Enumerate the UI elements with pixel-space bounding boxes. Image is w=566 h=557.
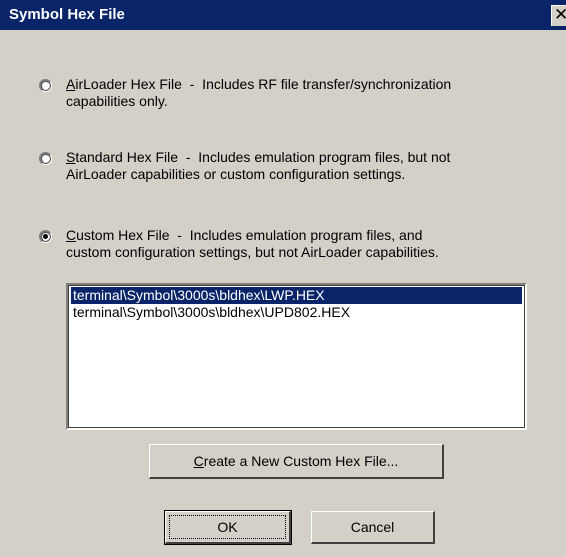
accelerator-key: A (66, 76, 76, 92)
option-description-continued: capabilities only. (66, 93, 168, 109)
create-new-custom-hex-file-button[interactable]: Create a New Custom Hex File... (149, 444, 444, 479)
close-icon: ✕ (554, 6, 566, 25)
option-description-continued: custom configuration settings, but not A… (66, 244, 439, 260)
radio-checked-dot (43, 234, 48, 239)
list-item[interactable]: terminal\Symbol\3000s\bldhex\LWP.HEX (71, 287, 522, 304)
option-title: irLoader Hex File (75, 76, 182, 92)
radio-standard-hex-file[interactable] (39, 152, 52, 165)
accelerator-key: S (66, 149, 76, 165)
window-title: Symbol Hex File (9, 6, 125, 23)
option-description: - Includes RF file transfer/synchronizat… (181, 76, 452, 92)
accelerator-key: C (193, 453, 204, 469)
radio-custom-hex-file[interactable] (39, 230, 52, 243)
radio-airloader-hex-file[interactable] (39, 79, 52, 92)
accelerator-key: C (66, 227, 77, 243)
button-label: reate a New Custom Hex File... (203, 453, 399, 469)
option-description-continued: AirLoader capabilities or custom configu… (66, 166, 406, 182)
option-custom-label[interactable]: Custom Hex File - Includes emulation pro… (66, 227, 536, 261)
option-description: - Includes emulation program files, but … (178, 149, 451, 165)
custom-hex-file-list[interactable]: terminal\Symbol\3000s\bldhex\LWP.HEX ter… (66, 283, 527, 430)
symbol-hex-file-dialog: Symbol Hex File ✕ AirLoader Hex File - I… (0, 0, 566, 557)
button-label: Cancel (350, 519, 395, 535)
option-airloader-label[interactable]: AirLoader Hex File - Includes RF file tr… (66, 76, 536, 110)
list-item[interactable]: terminal\Symbol\3000s\bldhex\UPD802.HEX (71, 304, 522, 321)
option-title: tandard Hex File (75, 149, 179, 165)
focus-rectangle (169, 515, 286, 539)
option-title: ustom Hex File (76, 227, 170, 243)
ok-button[interactable]: OK (164, 510, 292, 545)
title-bar[interactable]: Symbol Hex File ✕ (0, 0, 566, 30)
close-button[interactable]: ✕ (551, 5, 566, 26)
cancel-button[interactable]: Cancel (311, 511, 435, 544)
option-standard-label[interactable]: Standard Hex File - Includes emulation p… (66, 149, 536, 183)
option-description: - Includes emulation program files, and (169, 227, 423, 243)
